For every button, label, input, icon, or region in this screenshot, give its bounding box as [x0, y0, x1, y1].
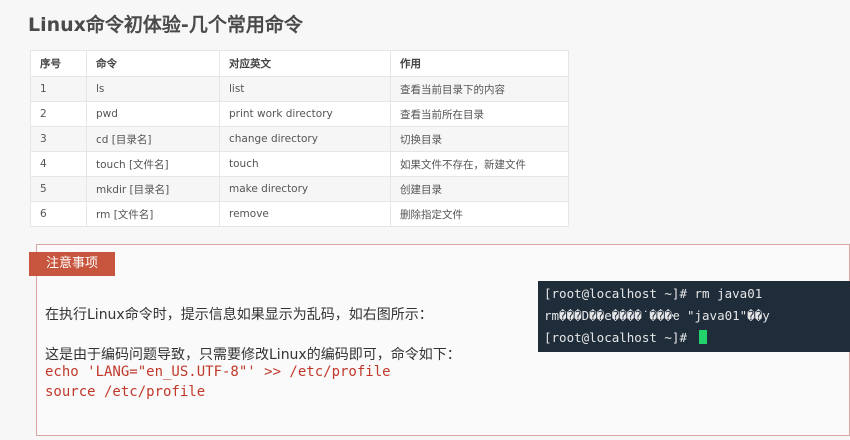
cell-purpose: 如果文件不存在，新建文件	[390, 151, 569, 177]
cell-number: 2	[30, 101, 87, 127]
terminal-cursor	[698, 330, 707, 344]
command-table: 序号 命令 对应英文 作用 1 ls list 查看当前目录下的内容 2 pwd…	[30, 50, 569, 227]
code-echo-lang: echo 'LANG="en_US.UTF-8"' >> /etc/profil…	[45, 364, 391, 380]
cell-purpose: 切换目录	[390, 126, 569, 152]
cell-purpose: 创建目录	[390, 176, 569, 202]
terminal-line-3: [root@localhost ~]#	[544, 330, 707, 345]
table-row: 1 ls list 查看当前目录下的内容	[30, 76, 569, 102]
cell-command: cd [目录名]	[86, 126, 220, 152]
cell-english: list	[219, 76, 391, 102]
cell-number: 3	[30, 126, 87, 152]
cell-number: 4	[30, 151, 87, 177]
note-text-garbled: 在执行Linux命令时，提示信息如果显示为乱码，如右图所示：	[45, 307, 433, 323]
cell-number: 5	[30, 176, 87, 202]
table-row: 3 cd [目录名] change directory 切换目录	[30, 126, 569, 152]
cell-purpose: 删除指定文件	[390, 201, 569, 227]
terminal-prompt: [root@localhost ~]#	[544, 330, 695, 345]
code-source-profile: source /etc/profile	[45, 384, 206, 400]
cell-english: remove	[219, 201, 391, 227]
header-purpose: 作用	[390, 50, 569, 77]
terminal-line-1: [root@localhost ~]# rm java01	[544, 286, 763, 301]
table-row: 5 mkdir [目录名] make directory 创建目录	[30, 176, 569, 202]
cell-purpose: 查看当前目录下的内容	[390, 76, 569, 102]
cell-command: ls	[86, 76, 220, 102]
page-title: Linux命令初体验-几个常用命令	[28, 14, 303, 36]
cell-command: mkdir [目录名]	[86, 176, 220, 202]
cell-command: pwd	[86, 101, 220, 127]
cell-number: 6	[30, 201, 87, 227]
cell-purpose: 查看当前所在目录	[390, 101, 569, 127]
table-row: 4 touch [文件名] touch 如果文件不存在，新建文件	[30, 151, 569, 177]
cell-english: make directory	[219, 176, 391, 202]
note-text-fix: 这是由于编码问题导致，只需要修改Linux的编码即可，命令如下：	[45, 347, 461, 363]
table-row: 2 pwd print work directory 查看当前所在目录	[30, 101, 569, 127]
header-command: 命令	[86, 50, 220, 77]
cell-number: 1	[30, 76, 87, 102]
terminal-screenshot: [root@localhost ~]# rm java01 rm���D��e�…	[538, 281, 850, 352]
cell-command: touch [文件名]	[86, 151, 220, 177]
table-header-row: 序号 命令 对应英文 作用	[30, 50, 569, 77]
header-english: 对应英文	[219, 50, 391, 77]
cell-command: rm [文件名]	[86, 201, 220, 227]
cell-english: change directory	[219, 126, 391, 152]
note-tag: 注意事项	[29, 252, 115, 276]
terminal-line-2: rm���D��e����˙���ҽ "java01"��y	[544, 308, 770, 323]
header-number: 序号	[30, 50, 87, 77]
cell-english: print work directory	[219, 101, 391, 127]
table-row: 6 rm [文件名] remove 删除指定文件	[30, 201, 569, 227]
cell-english: touch	[219, 151, 391, 177]
